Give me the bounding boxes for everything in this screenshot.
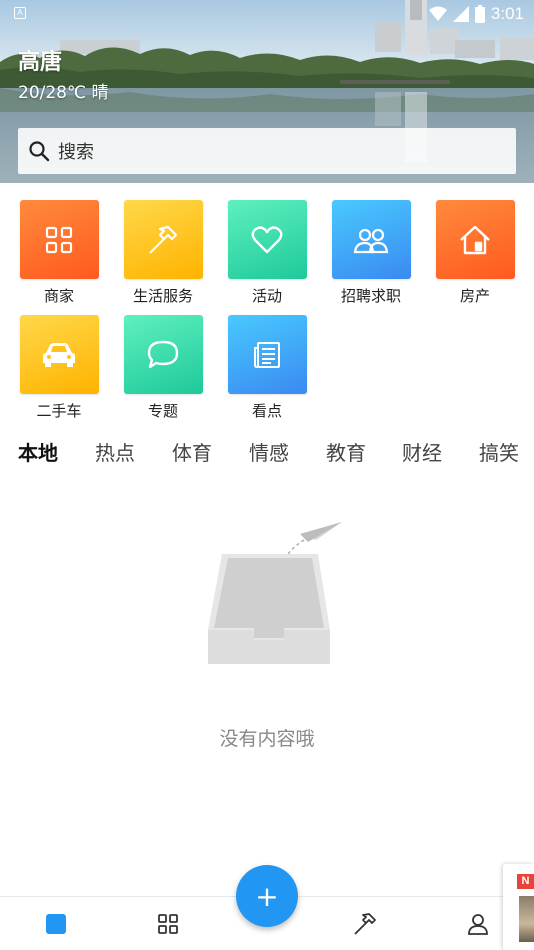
category-shangjia[interactable]: 商家 [17,200,101,306]
category-tile [227,315,307,394]
battery-icon [474,5,485,23]
category-tile [435,200,515,279]
signal-icon [452,6,469,22]
nav-services[interactable] [352,911,378,937]
category-life-services[interactable]: 生活服务 [121,200,205,306]
category-label: 看点 [251,402,282,420]
search-placeholder: 搜索 [58,142,94,163]
empty-state-message: 没有内容哦 [219,728,315,750]
user-icon [468,914,488,935]
category-tile [331,200,411,279]
category-real-estate[interactable]: 房产 [433,200,517,306]
nav-profile[interactable] [465,911,491,937]
category-tile [19,315,99,394]
category-tile [123,200,203,279]
category-label: 专题 [147,402,178,420]
newspaper-icon [254,341,280,368]
add-post-button[interactable]: + [236,865,298,927]
status-bar: A 3:01 [0,0,534,28]
tab-local[interactable]: 本地 [18,437,58,466]
status-time: 3:01 [490,4,524,23]
tab-emotion[interactable]: 情感 [249,437,289,466]
weather-summary: 20/28℃ 晴 [18,83,109,103]
tab-finance[interactable]: 财经 [402,437,442,466]
tab-funny[interactable]: 搞笑 [479,437,519,466]
category-highlights[interactable]: 看点 [225,315,309,421]
ad-thumbnail [519,896,534,942]
category-tile [19,200,99,279]
nav-categories[interactable] [155,911,181,937]
notification-icon: A [14,7,26,19]
empty-inbox-illustration [208,522,342,664]
ad-logo-badge: N [517,874,534,889]
category-label: 生活服务 [132,287,193,305]
category-label: 二手车 [36,402,82,420]
people-icon [353,228,389,253]
tab-sports[interactable]: 体育 [172,437,212,466]
city-name[interactable]: 高唐 [18,44,62,76]
search-icon [29,141,50,162]
grid-icon [158,914,178,934]
category-used-cars[interactable]: 二手车 [17,315,101,421]
nav-home[interactable] [43,911,69,937]
header-banner: A 3:01 高唐 20/28℃ 晴 搜索 [0,0,534,183]
heart-icon [251,225,283,253]
category-tile [123,315,203,394]
category-label: 招聘求职 [340,287,401,305]
category-label: 活动 [251,287,282,305]
floating-ad-card[interactable]: N [503,864,534,950]
category-tile [227,200,307,279]
chat-bubble-icon [147,340,179,368]
wifi-icon [428,6,447,21]
tab-hot[interactable]: 热点 [95,437,135,466]
hammer-icon [149,225,178,254]
hammer-icon [354,913,376,935]
news-tabs: 本地 热点 体育 情感 教育 财经 搞笑 [0,437,534,467]
home-icon [46,914,66,934]
house-icon [460,225,490,254]
category-activities[interactable]: 活动 [225,200,309,306]
car-icon [43,342,75,367]
grid-icon [45,226,73,253]
category-label: 商家 [43,287,74,305]
category-jobs[interactable]: 招聘求职 [329,200,413,306]
category-topics[interactable]: 专题 [121,315,205,421]
tab-education[interactable]: 教育 [326,437,366,466]
search-bar[interactable]: 搜索 [18,128,516,174]
category-label: 房产 [459,287,490,305]
